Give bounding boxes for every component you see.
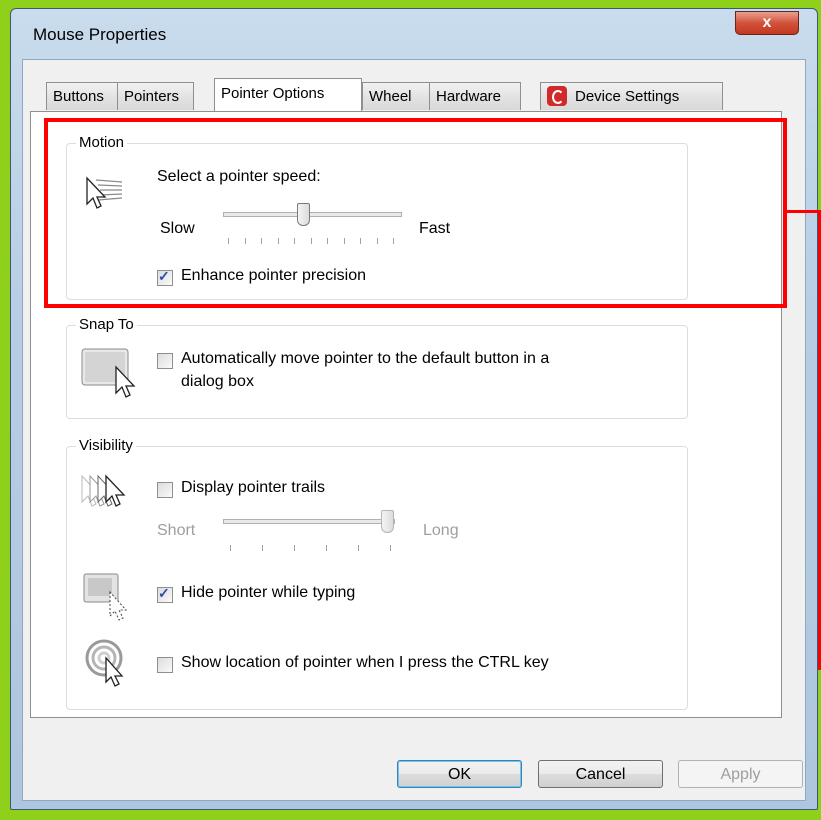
close-button[interactable]: x xyxy=(735,11,799,35)
tab-buttons[interactable]: Buttons xyxy=(46,82,118,110)
device-settings-icon xyxy=(547,85,567,106)
trails-short-label: Short xyxy=(157,522,196,539)
show-location-checkbox[interactable] xyxy=(157,657,173,673)
slider-tick xyxy=(326,545,327,551)
pointer-trails-checkbox[interactable] xyxy=(157,482,173,498)
tab-device-settings-label: Device Settings xyxy=(575,88,680,105)
tab-hardware[interactable]: Hardware xyxy=(429,82,521,110)
snap-to-label-line2: dialog box xyxy=(181,373,254,390)
show-location-label: Show location of pointer when I press th… xyxy=(181,654,549,671)
hide-pointer-icon xyxy=(83,573,128,621)
pointer-trails-label: Display pointer trails xyxy=(181,479,326,496)
show-location-icon xyxy=(85,639,124,687)
ok-button[interactable]: OK xyxy=(397,760,522,788)
tab-device-settings[interactable]: Device Settings xyxy=(540,82,723,110)
window-title: Mouse Properties xyxy=(33,25,167,44)
slider-tick xyxy=(358,545,359,551)
trails-long-label: Long xyxy=(423,522,459,539)
pointer-trails-track[interactable] xyxy=(223,519,395,524)
apply-button[interactable]: Apply xyxy=(678,760,803,788)
visibility-group-title: Visibility xyxy=(76,437,136,454)
slider-tick xyxy=(294,545,295,551)
hide-pointer-label: Hide pointer while typing xyxy=(181,584,356,601)
slider-tick xyxy=(390,545,391,551)
slider-tick xyxy=(262,545,263,551)
pointer-trails-slider-thumb[interactable] xyxy=(381,510,394,533)
hide-pointer-checkbox[interactable] xyxy=(157,585,173,603)
pointer-trails-ticks xyxy=(230,545,395,551)
callout-line xyxy=(787,210,821,213)
slider-tick xyxy=(230,545,231,551)
tab-wheel[interactable]: Wheel xyxy=(362,82,430,110)
cancel-button[interactable]: Cancel xyxy=(538,760,663,788)
tab-pointers[interactable]: Pointers xyxy=(117,82,194,110)
snap-to-icon xyxy=(81,348,136,398)
snap-to-checkbox[interactable] xyxy=(157,353,173,369)
snap-to-group-title: Snap To xyxy=(76,316,137,333)
snap-to-group xyxy=(66,325,688,419)
motion-highlight-box xyxy=(44,118,787,308)
tab-pointer-options[interactable]: Pointer Options xyxy=(214,78,362,111)
pointer-trails-icon xyxy=(81,474,126,507)
snap-to-label: Automatically move pointer to the defaul… xyxy=(181,350,550,367)
